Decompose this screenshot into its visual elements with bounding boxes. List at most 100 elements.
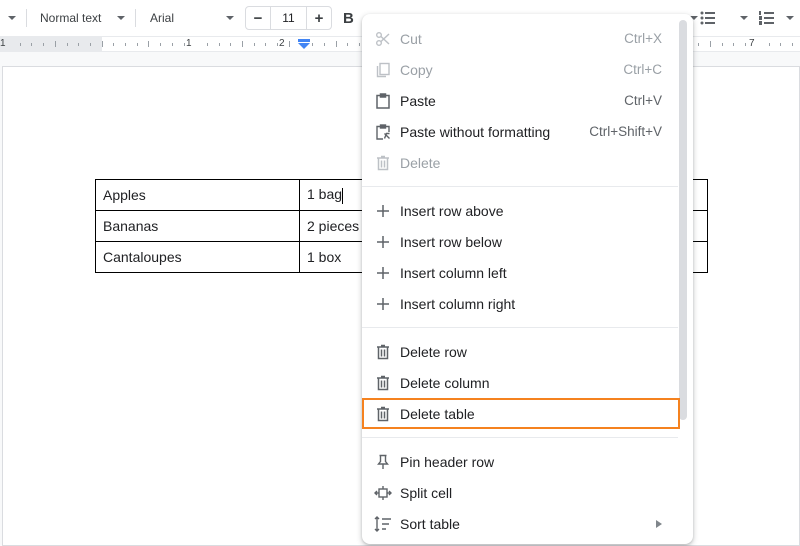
menu-item-label: Copy <box>400 61 433 78</box>
ruler-tick <box>347 43 348 46</box>
menu-item-delete-column[interactable]: Delete column <box>362 367 693 398</box>
ruler-left-margin <box>0 37 102 51</box>
menu-item-label: Paste <box>400 92 436 109</box>
menu-item-pin-header-row[interactable]: Pin header row <box>362 446 693 477</box>
font-select-value: Arial <box>150 11 175 25</box>
clipboard-clear-format-icon <box>374 123 392 141</box>
menu-item-shortcut: Ctrl+V <box>624 93 662 108</box>
menu-item-label: Delete column <box>400 374 490 391</box>
table-cell-text: 1 bag <box>307 186 343 203</box>
ruler-tick <box>277 43 278 46</box>
menu-item-copy: Copy Ctrl+C <box>362 54 693 85</box>
plus-icon <box>374 233 392 251</box>
menu-item-paste-without-formatting[interactable]: Paste without formatting Ctrl+Shift+V <box>362 116 693 147</box>
increase-font-size-button[interactable]: + <box>307 10 331 27</box>
clipboard-icon <box>374 92 392 110</box>
font-size-stepper: − 11 + <box>245 6 332 30</box>
menu-item-cut: Cut Ctrl+X <box>362 23 693 54</box>
menu-item-paste[interactable]: Paste Ctrl+V <box>362 85 693 116</box>
ruler-tick <box>219 43 220 46</box>
numbered-list-dropdown[interactable] <box>786 0 794 36</box>
menu-item-split-cell[interactable]: Split cell <box>362 477 693 508</box>
ruler-tick <box>67 43 68 46</box>
chevron-down-icon <box>226 16 235 20</box>
undo-dropdown[interactable] <box>8 0 16 36</box>
menu-item-insert-column-left[interactable]: Insert column left <box>362 257 693 288</box>
menu-item-label: Sort table <box>400 515 460 532</box>
ruler-tick <box>769 43 770 46</box>
style-select[interactable]: Normal text <box>40 0 126 36</box>
plus-icon <box>374 264 392 282</box>
ruler-tick <box>113 43 114 46</box>
ruler-tick <box>312 43 313 46</box>
toolbar-divider <box>135 9 136 27</box>
ruler-tick <box>31 43 32 46</box>
menu-item-label: Insert column right <box>400 295 516 312</box>
ruler-tick <box>359 43 360 46</box>
table-cell[interactable]: Bananas <box>95 210 300 242</box>
decrease-font-size-button[interactable]: − <box>246 10 270 27</box>
ruler-tick <box>710 41 711 47</box>
menu-divider <box>362 437 678 438</box>
ruler-tick <box>172 43 173 46</box>
table-cell[interactable]: Cantaloupes <box>95 241 300 273</box>
menu-item-insert-column-right[interactable]: Insert column right <box>362 288 693 319</box>
ruler-tick <box>324 43 325 46</box>
ruler-tick <box>43 43 44 46</box>
highlight-box <box>362 398 680 429</box>
text-cursor <box>342 187 344 204</box>
menu-item-insert-row-above[interactable]: Insert row above <box>362 195 693 226</box>
table-cell[interactable]: Apples <box>95 179 300 211</box>
ruler-number: 7 <box>749 38 755 49</box>
menu-item-sort-table[interactable]: Sort table <box>362 508 693 539</box>
ruler-number: 2 <box>279 38 285 49</box>
plus-icon <box>374 295 392 313</box>
trash-icon <box>374 343 392 361</box>
bulleted-list-button[interactable] <box>700 0 716 36</box>
bold-button[interactable]: B <box>343 0 354 36</box>
plus-icon <box>374 202 392 220</box>
ruler-tick <box>733 43 734 46</box>
context-menu: Cut Ctrl+X Copy Ctrl+C Paste Ctrl+V Paste with… <box>362 14 693 544</box>
menu-item-shortcut: Ctrl+Shift+V <box>589 124 662 139</box>
ruler-tick <box>160 43 161 46</box>
split-cell-icon <box>374 484 392 502</box>
ruler-tick <box>722 43 723 46</box>
menu-item-label: Split cell <box>400 484 453 501</box>
menu-item-insert-row-below[interactable]: Insert row below <box>362 226 693 257</box>
ruler-tick <box>242 41 243 47</box>
sort-icon <box>374 515 392 533</box>
menu-item-delete-row[interactable]: Delete row <box>362 336 693 367</box>
ruler-tick <box>184 43 185 46</box>
scissors-icon <box>374 30 392 48</box>
menu-item-label: Delete row <box>400 343 467 360</box>
numbered-list-button[interactable] <box>759 0 775 36</box>
trash-icon <box>374 154 392 172</box>
font-size-input[interactable]: 11 <box>270 7 307 29</box>
numbered-list-icon <box>759 11 774 25</box>
indent-marker-icon[interactable] <box>298 39 310 49</box>
menu-item-delete: Delete <box>362 147 693 178</box>
style-select-value: Normal text <box>40 11 102 25</box>
ruler-tick <box>148 41 149 47</box>
menu-divider <box>362 186 678 187</box>
ruler-tick <box>254 43 255 46</box>
ruler-tick <box>20 43 21 46</box>
font-select[interactable]: Arial <box>150 0 235 36</box>
ruler-number: 1 <box>186 38 192 49</box>
ruler-tick <box>780 43 781 46</box>
chevron-down-icon <box>740 16 748 20</box>
ruler-tick <box>745 43 746 46</box>
menu-item-label: Cut <box>400 30 422 47</box>
chevron-down-icon <box>786 16 794 20</box>
menu-divider <box>362 327 678 328</box>
trash-icon <box>374 374 392 392</box>
submenu-arrow-icon <box>656 519 662 528</box>
bulleted-list-icon <box>700 11 715 25</box>
copy-icon <box>374 61 392 79</box>
menu-item-delete-table[interactable]: Delete table <box>362 398 693 429</box>
menu-item-label: Delete <box>400 154 441 171</box>
ruler-tick <box>55 41 56 47</box>
bulleted-list-dropdown[interactable] <box>740 0 748 36</box>
ruler-number: 1 <box>0 38 6 49</box>
